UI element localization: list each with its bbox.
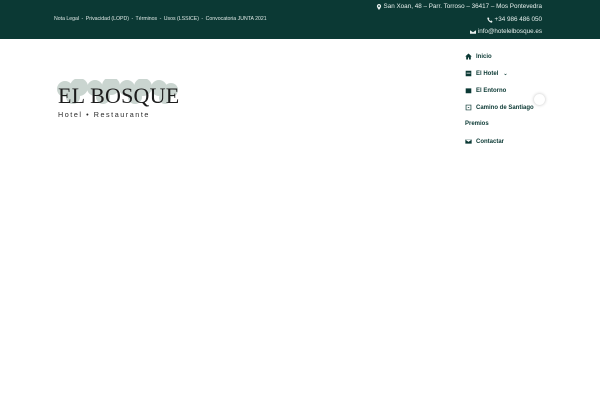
menu-toggle-dot[interactable] [534,94,545,105]
legal-separator: - [81,16,84,22]
legal-link-nota-legal[interactable]: Nota Legal [54,16,79,22]
phone-icon [486,16,493,23]
logo-title: EL BOSQUE [58,83,180,108]
phone-text[interactable]: +34 986 486 050 [495,16,542,23]
legal-separator: - [131,16,134,22]
nav-item-camino-de-santiago[interactable]: Camino de Santiago [465,104,534,111]
email-text[interactable]: info@hotelelbosque.es [478,28,542,35]
hotel-icon [465,70,472,77]
contact-address: San Xoan, 48 – Parr. Torroso – 36417 – M… [376,3,542,10]
nav-item-premios[interactable]: Premios [465,121,489,127]
envelope-icon [469,29,476,34]
legal-link-usos[interactable]: Usos (LSSICE) [164,16,199,22]
nav-item-label: Premios [465,121,489,127]
nav-item-el-hotel[interactable]: El Hotel ⌄ [465,70,508,77]
legal-links: Nota Legal - Privacidad (LOPD) - Término… [54,16,267,22]
nav-item-label: Camino de Santiago [476,104,534,111]
contact-email[interactable]: info@hotelelbosque.es [469,28,542,35]
legal-separator: - [201,16,204,22]
calendar-icon [465,87,472,94]
top-bar: Nota Legal - Privacidad (LOPD) - Término… [0,0,600,39]
envelope-icon [465,139,472,144]
legal-link-terminos[interactable]: Términos [136,16,158,22]
map-marker-icon [376,3,381,10]
nav-item-label: El Hotel [476,70,499,77]
logo-subtitle-restaurante: Restaurante [93,110,150,119]
nav-item-inicio[interactable]: Inicio [465,53,492,60]
legal-separator: - [159,16,162,22]
address-text: San Xoan, 48 – Parr. Torroso – 36417 – M… [383,3,542,10]
map-icon [465,104,472,111]
nav-item-contactar[interactable]: Contactar [465,138,504,145]
nav-item-el-entorno[interactable]: El Entorno [465,87,506,94]
nav-item-label: Contactar [476,138,505,145]
contact-phone[interactable]: +34 986 486 050 [486,16,542,23]
logo-subtitle-hotel: Hotel [58,110,83,119]
legal-link-convocatoria[interactable]: Convocatoria JUNTA 2021 [206,16,267,22]
nav-item-label: El Entorno [476,87,507,94]
home-icon [465,53,472,60]
site-logo[interactable]: EL BOSQUE Hotel • Restaurante [52,79,184,121]
nav-item-label: Inicio [476,53,492,60]
logo-bullet: • [86,110,91,119]
legal-link-privacidad[interactable]: Privacidad (LOPD) [86,16,129,22]
logo-subtitle: Hotel • Restaurante [58,110,150,119]
chevron-down-icon: ⌄ [503,70,508,77]
